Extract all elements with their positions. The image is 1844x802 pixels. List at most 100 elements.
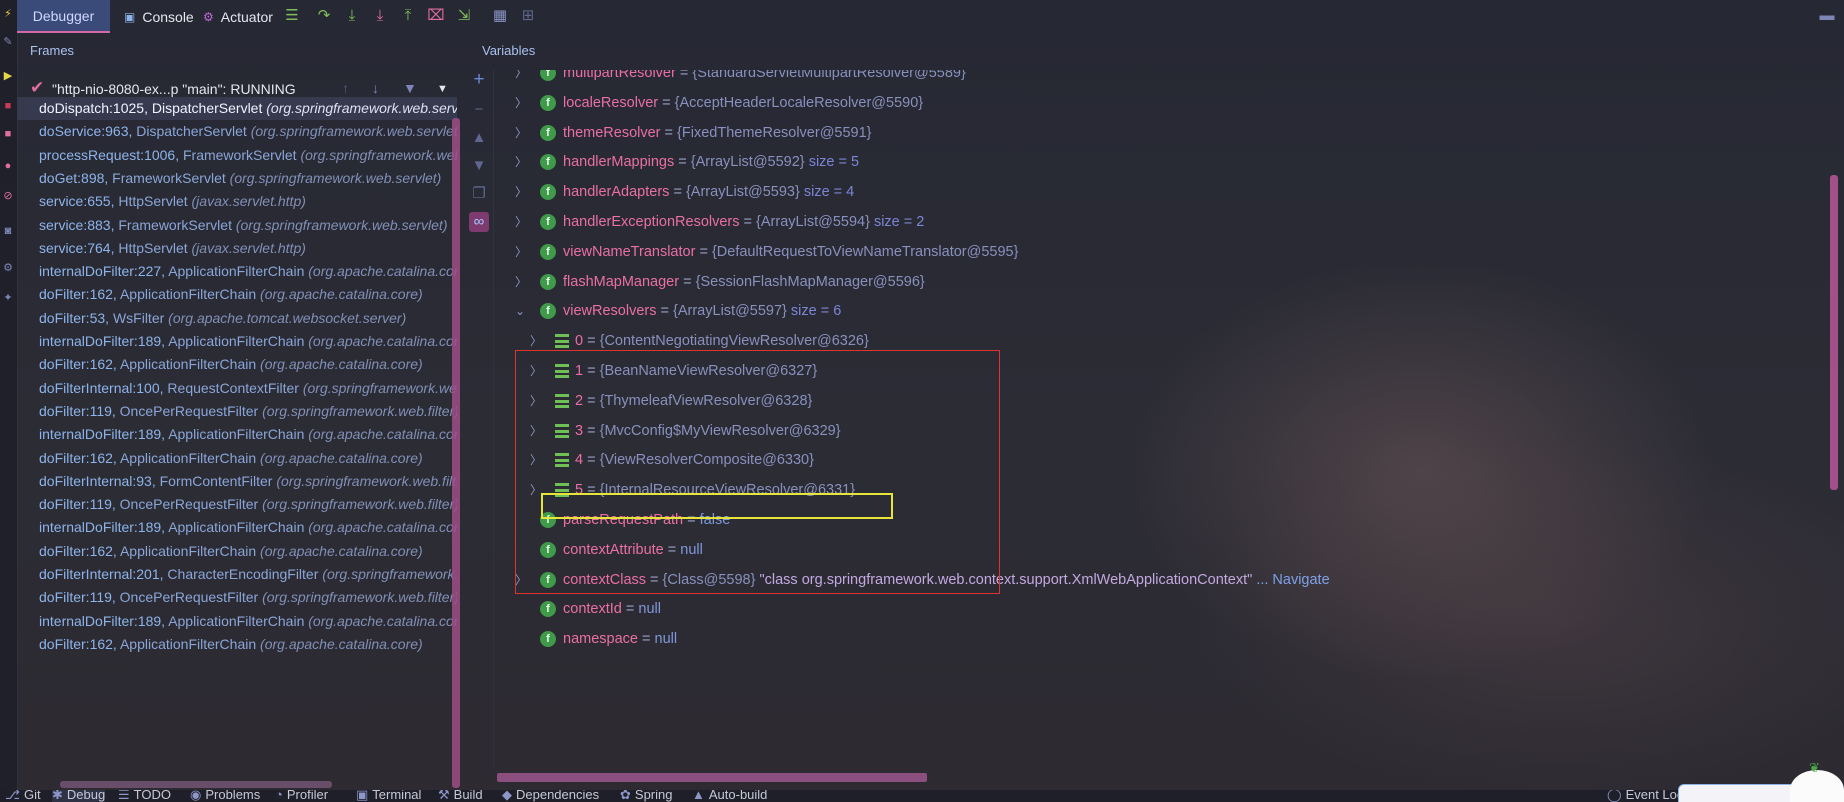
frame-row[interactable]: service:764, HttpServlet (javax.servlet.… — [17, 237, 457, 260]
move-down-icon[interactable]: ▼ — [469, 156, 489, 176]
frame-row[interactable]: doFilter:119, OncePerRequestFilter (org.… — [17, 586, 457, 609]
frame-row[interactable]: internalDoFilter:227, ApplicationFilterC… — [17, 260, 457, 283]
chevron-right-icon[interactable]: 〉 — [515, 207, 529, 237]
bottom-tool-problems[interactable]: ◉ Problems — [190, 790, 260, 802]
frame-row[interactable]: doFilter:162, ApplicationFilterChain (or… — [17, 447, 457, 470]
step-into-icon[interactable]: ⤓ — [342, 6, 362, 26]
filter-icon[interactable]: ▼ — [403, 80, 417, 96]
frame-class: ApplicationFilterChain — [119, 356, 257, 373]
frame-row[interactable]: doFilter:162, ApplicationFilterChain (or… — [17, 540, 457, 563]
frame-row[interactable]: doFilter:119, OncePerRequestFilter (org.… — [17, 493, 457, 516]
chevron-down-icon[interactable]: ⌄ — [515, 296, 529, 326]
variable-row[interactable]: 〉 f viewNameTranslator = {DefaultRequestTo… — [515, 237, 1815, 267]
frame-row[interactable]: doFilter:119, OncePerRequestFilter (org.… — [17, 400, 457, 423]
step-out-icon[interactable]: ⤒ — [398, 6, 418, 26]
chevron-right-icon[interactable]: 〉 — [515, 70, 529, 88]
camera-icon[interactable]: ◙ — [2, 225, 14, 237]
tab-actuator[interactable]: ⚙ Actuator — [203, 0, 273, 33]
navigate-link[interactable]: ... Navigate — [1256, 572, 1329, 588]
variable-row[interactable]: 〉 f handlerExceptionResolvers = {ArrayList… — [515, 207, 1815, 237]
frame-row[interactable]: internalDoFilter:189, ApplicationFilterC… — [17, 423, 457, 446]
frame-row[interactable]: doFilterInternal:100, RequestContextFilt… — [17, 377, 457, 400]
frame-row[interactable]: doFilter:162, ApplicationFilterChain (or… — [17, 353, 457, 376]
variable-row[interactable]: 〉 f themeResolver = {FixedThemeResolver@55… — [515, 118, 1815, 148]
frame-row[interactable]: service:655, HttpServlet (javax.servlet.… — [17, 190, 457, 213]
evaluate-expression-icon[interactable]: ▦ — [490, 6, 510, 26]
frame-row[interactable]: service:883, FrameworkServlet (org.sprin… — [17, 214, 457, 237]
variable-row[interactable]: ⌄ f viewResolvers = {ArrayList@5597} size … — [515, 296, 1815, 326]
pin-icon[interactable]: ✦ — [2, 292, 14, 304]
variable-row[interactable]: 〉 f handlerAdapters = {ArrayList@5593} siz… — [515, 177, 1815, 207]
wrench-icon[interactable]: ✎ — [2, 36, 14, 48]
frame-row[interactable]: doGet:898, FrameworkServlet (org.springf… — [17, 167, 457, 190]
bottom-tool-spring[interactable]: ✿ Spring — [620, 790, 672, 802]
bottom-tool-profiler[interactable]: ◔ Profiler — [275, 790, 328, 802]
variables-scrollbar[interactable] — [1830, 175, 1838, 490]
settings-icon[interactable]: ⚙ — [2, 262, 14, 274]
play-icon[interactable]: ▶ — [2, 70, 14, 82]
down-arrow-icon[interactable]: ↓ — [372, 80, 379, 96]
frame-row[interactable]: doFilter:53, WsFilter (org.apache.tomcat… — [17, 307, 457, 330]
frame-row[interactable]: internalDoFilter:189, ApplicationFilterC… — [17, 610, 457, 633]
bottom-tool-terminal[interactable]: ▣ Terminal — [356, 790, 421, 802]
frame-method: doService:963, — [39, 123, 133, 140]
chevron-right-icon[interactable]: 〉 — [515, 267, 529, 297]
chevron-right-icon[interactable]: 〉 — [515, 177, 529, 207]
up-arrow-icon[interactable]: ↑ — [342, 80, 349, 96]
menu-icon[interactable]: ☰ — [282, 6, 302, 26]
variable-row[interactable]: 〉 f multipartResolver = {StandardServletMu… — [515, 70, 1815, 88]
chevron-right-icon[interactable]: 〉 — [515, 147, 529, 177]
frame-row[interactable]: doFilter:162, ApplicationFilterChain (or… — [17, 283, 457, 306]
frame-row[interactable]: doService:963, DispatcherServlet (org.sp… — [17, 120, 457, 143]
frame-package: (org.springframework.web.filter) — [322, 566, 457, 582]
pause-icon[interactable]: ■ — [2, 128, 14, 140]
bottom-tool-dependencies[interactable]: ◆ Dependencies — [502, 790, 599, 802]
breakpoint-icon[interactable]: ● — [2, 160, 14, 172]
move-up-icon[interactable]: ▲ — [469, 128, 489, 148]
frame-row[interactable]: doFilter:162, ApplicationFilterChain (or… — [17, 633, 457, 656]
variables-horizontal-scrollbar[interactable] — [497, 773, 927, 782]
frame-row[interactable]: doDispatch:1025, DispatcherServlet (org.… — [17, 97, 457, 120]
frames-horizontal-scrollbar[interactable] — [60, 781, 332, 788]
frames-scrollbar[interactable] — [452, 118, 460, 788]
run-to-cursor-icon[interactable]: ⇲ — [454, 6, 474, 26]
debug-icon: ✱ — [52, 790, 63, 802]
bottom-tool-build[interactable]: ⚒ Build — [438, 790, 483, 802]
mute-breakpoints-icon[interactable]: ⊘ — [2, 190, 14, 202]
tab-debugger[interactable]: Debugger — [17, 0, 110, 33]
field-icon: f — [540, 70, 556, 81]
resume-icon[interactable]: ⚡ — [2, 8, 14, 20]
copy-icon[interactable]: ❐ — [469, 184, 489, 204]
chevron-right-icon[interactable]: 〉 — [515, 237, 529, 267]
bottom-tool-debug[interactable]: ✱ Debug — [52, 790, 106, 802]
stop-icon[interactable]: ■ — [2, 100, 14, 112]
trace-stream-icon[interactable]: ⊞ — [518, 6, 538, 26]
add-watch-icon[interactable]: + — [469, 70, 489, 90]
tab-console[interactable]: ▣ Console — [124, 0, 194, 33]
drop-frame-icon[interactable]: ⌧ — [426, 6, 446, 26]
watches-toggle-icon[interactable]: ∞ — [469, 212, 489, 232]
frame-row[interactable]: internalDoFilter:189, ApplicationFilterC… — [17, 516, 457, 539]
step-over-icon[interactable]: ↷ — [314, 6, 334, 26]
variable-row[interactable]: 〉 f localeResolver = {AcceptHeaderLocaleRe… — [515, 88, 1815, 118]
restore-layout-icon[interactable]: ▬ — [1817, 6, 1837, 26]
variable-row[interactable]: f namespace = null — [515, 624, 1815, 654]
frame-row[interactable]: doFilterInternal:201, CharacterEncodingF… — [17, 563, 457, 586]
frame-row[interactable]: doFilterInternal:93, FormContentFilter (… — [17, 470, 457, 493]
frame-row[interactable]: internalDoFilter:189, ApplicationFilterC… — [17, 330, 457, 353]
remove-watch-icon[interactable]: − — [469, 100, 489, 120]
chevron-right-icon[interactable]: 〉 — [515, 118, 529, 148]
bottom-tool-git[interactable]: ⎇ Git — [5, 790, 41, 802]
force-step-into-icon[interactable]: ⤓ — [370, 6, 390, 26]
bottom-tool-auto-build[interactable]: ▲ Auto-build — [692, 790, 767, 802]
frame-package: (org.apache.catalina.core) — [308, 519, 457, 536]
frame-row[interactable]: processRequest:1006, FrameworkServlet (o… — [17, 144, 457, 167]
chevron-right-icon[interactable]: 〉 — [515, 88, 529, 118]
bottom-tool-todo[interactable]: ☰ TODO — [118, 790, 171, 802]
variable-row[interactable]: 〉 f flashMapManager = {SessionFlashMapMana… — [515, 267, 1815, 297]
variable-row[interactable]: 〉 f handlerMappings = {ArrayList@5592} siz… — [515, 147, 1815, 177]
frame-method: internalDoFilter:189, — [39, 612, 166, 629]
event-log-button[interactable]: ◯ Event Log — [1607, 790, 1684, 802]
chevron-down-icon[interactable]: ▼ — [437, 83, 448, 95]
variable-row[interactable]: f contextId = null — [515, 594, 1815, 624]
